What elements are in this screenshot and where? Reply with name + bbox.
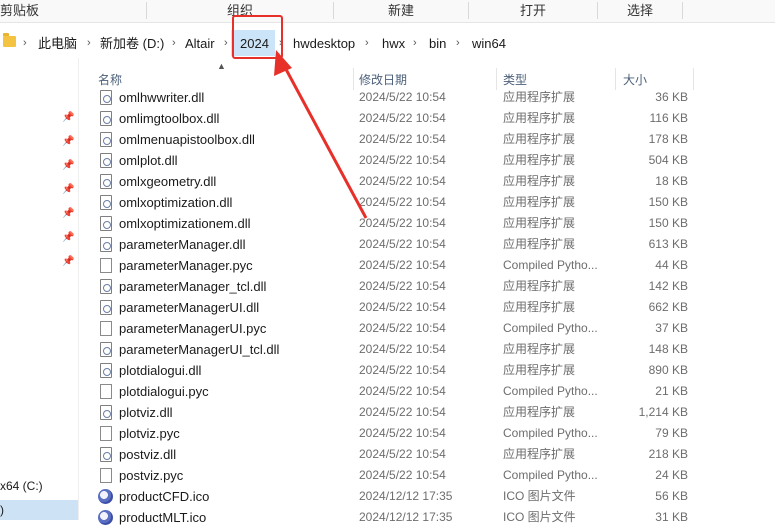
arrow-shaft	[279, 59, 368, 219]
annotation-arrow	[274, 50, 368, 219]
arrow-head	[274, 50, 292, 76]
